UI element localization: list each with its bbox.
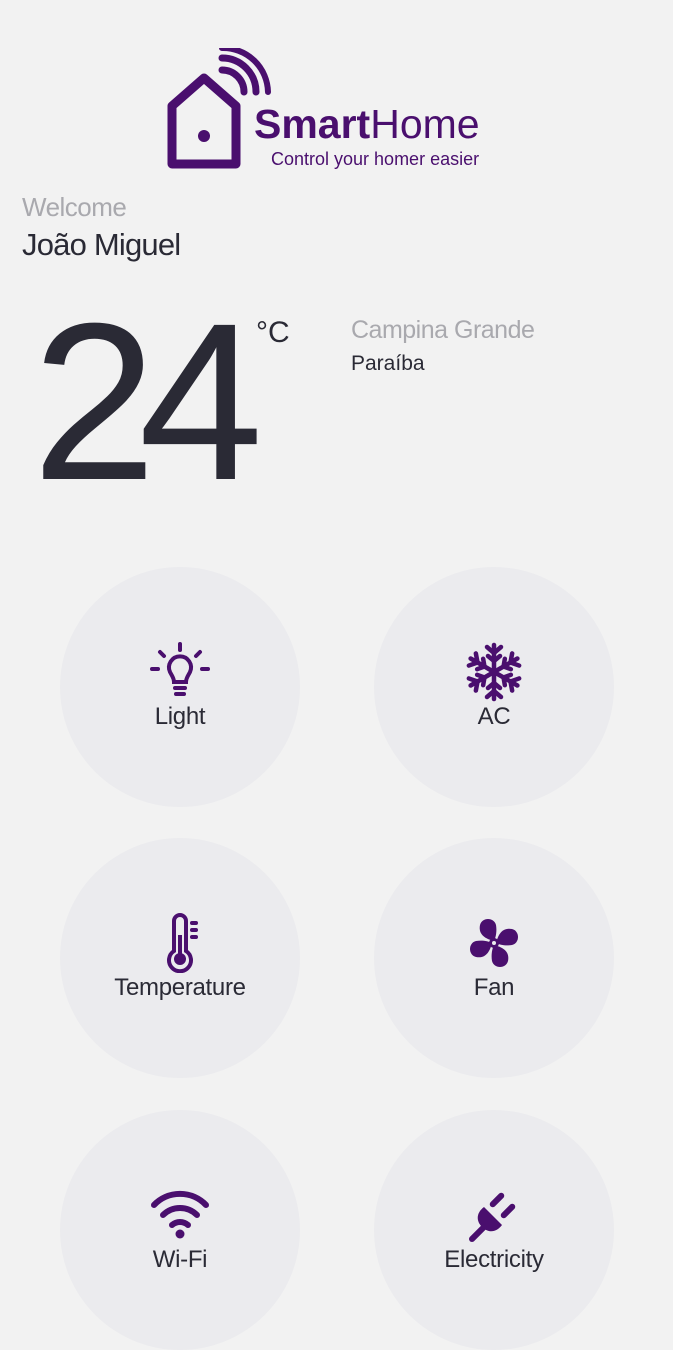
plug-icon — [469, 1192, 516, 1242]
ac-tile-button[interactable]: AC — [374, 567, 614, 807]
brand-name-bold: Smart — [254, 101, 371, 147]
welcome-label: Welcome — [22, 192, 127, 222]
user-name: João Miguel — [22, 227, 181, 262]
light-tile-button[interactable]: Light — [60, 567, 300, 807]
temperature-label: Temperature — [114, 974, 246, 1001]
electricity-label: Electricity — [444, 1246, 544, 1273]
brand-tagline: Control your homer easier — [271, 149, 480, 169]
temperature-value: 24 — [32, 277, 263, 527]
electricity-tile-button[interactable]: Electricity — [374, 1110, 614, 1350]
wifi-tile-button[interactable]: Wi-Fi — [60, 1110, 300, 1350]
fan-icon — [470, 919, 518, 967]
temperature-unit: °C — [256, 316, 290, 349]
wifi-icon — [151, 1190, 209, 1239]
brand-name: SmartHome — [254, 104, 480, 145]
location-state: Paraíba — [351, 352, 425, 375]
temperature-tile-button[interactable]: Temperature — [60, 838, 300, 1078]
fan-tile-button[interactable]: Fan — [374, 838, 614, 1078]
thermometer-icon — [167, 913, 198, 973]
app-logo: SmartHome Control your homer easier — [164, 48, 524, 173]
brand-name-light: Home — [370, 101, 480, 147]
ac-label: AC — [477, 703, 511, 730]
light-label: Light — [154, 703, 206, 730]
lightbulb-icon — [150, 642, 210, 696]
snowflake-icon — [464, 642, 524, 702]
wifi-label: Wi-Fi — [152, 1246, 208, 1273]
fan-label: Fan — [473, 974, 515, 1001]
location-city: Campina Grande — [351, 316, 535, 344]
